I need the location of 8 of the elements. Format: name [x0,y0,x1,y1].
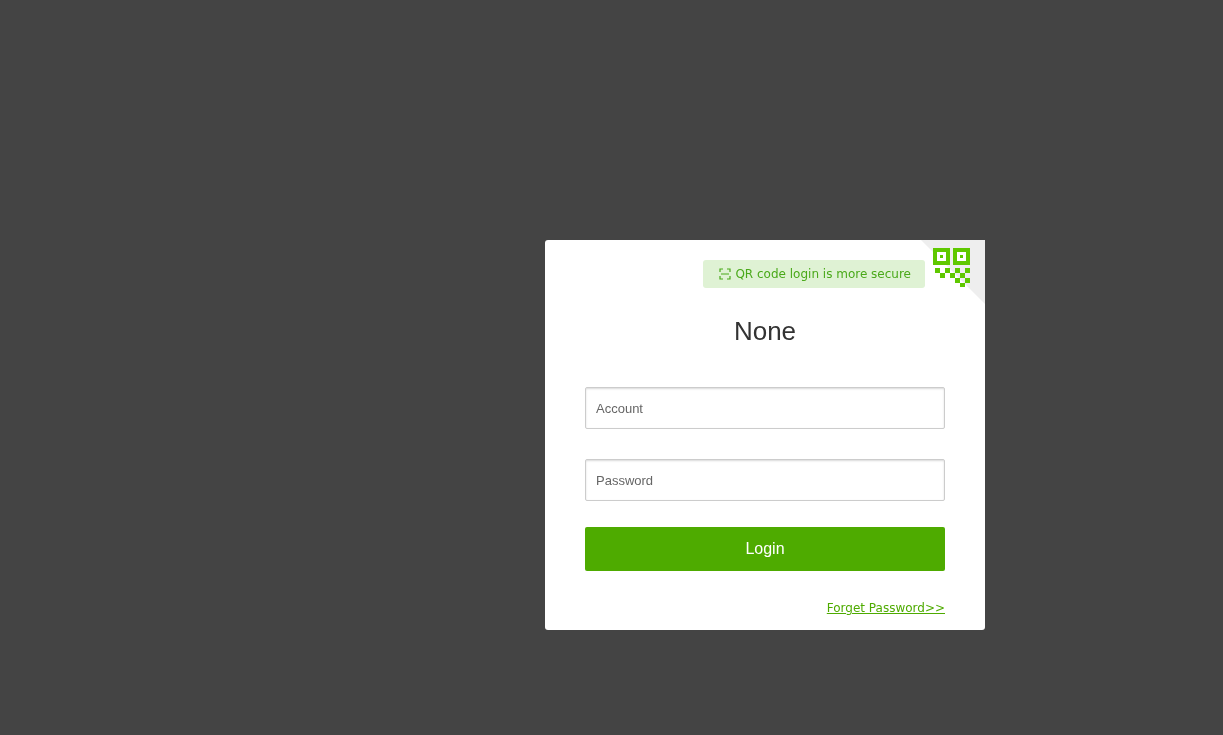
tooltip-text: QR code login is more secure [735,266,911,283]
account-field[interactable]: Account [585,387,945,429]
login-title: None [732,315,798,348]
password-field[interactable]: Password [585,459,945,501]
forgot-password-link[interactable]: Forget Password>> [826,601,945,615]
scan-icon [719,268,732,280]
qr-code-icon[interactable] [921,240,985,304]
login-button[interactable]: Login [585,527,945,571]
